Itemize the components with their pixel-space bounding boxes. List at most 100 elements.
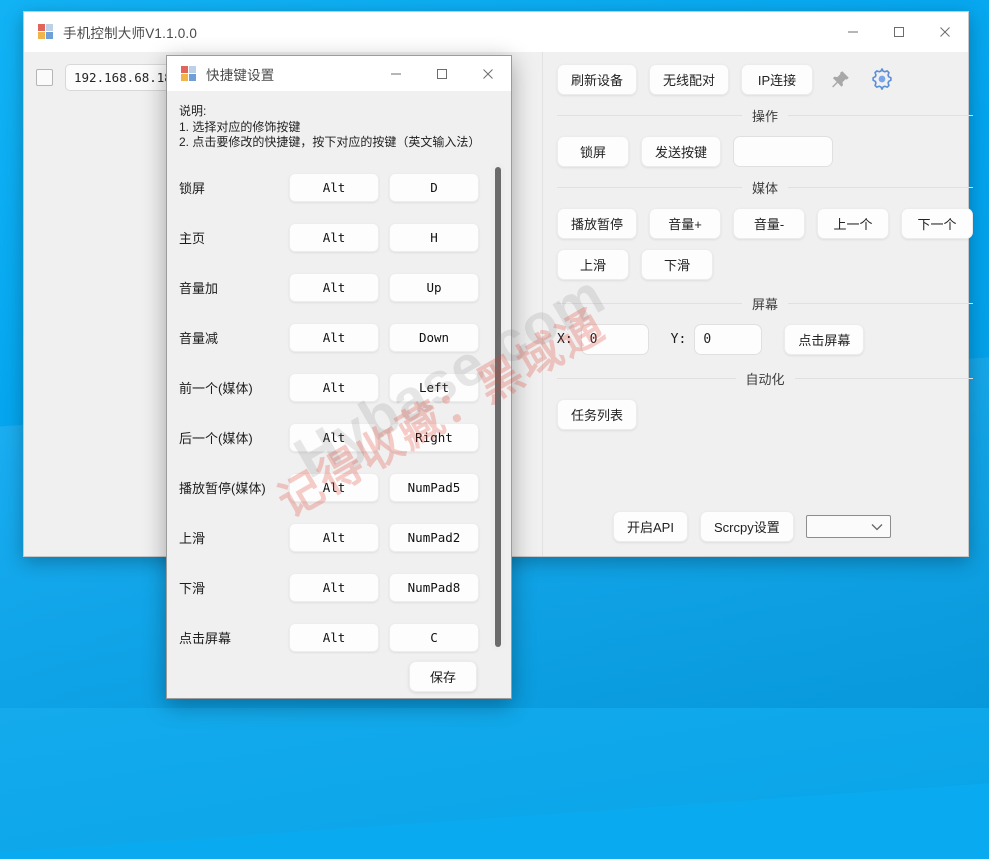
maximize-icon[interactable] [419,56,465,91]
media-next-button[interactable]: 下一个 [901,208,974,239]
refresh-devices-button[interactable]: 刷新设备 [557,64,638,95]
connection-toolbar: 刷新设备 无线配对 IP连接 [557,64,973,95]
shortcut-action-label: 主页 [179,231,206,246]
device-checkbox[interactable] [36,69,53,86]
shortcut-modifier-button[interactable]: Alt [289,473,379,502]
x-coordinate-input[interactable]: 0 [580,324,649,355]
pin-icon[interactable] [825,65,855,95]
shortcut-modifier-button[interactable]: Alt [289,623,379,652]
control-pane: 刷新设备 无线配对 IP连接 操作 锁屏 发送按键 媒体 播放暂停 音量+ 音量… [543,52,987,556]
shortcut-key-button[interactable]: NumPad8 [389,573,479,602]
section-label-screen: 屏幕 [752,297,779,312]
shortcut-action-label: 播放暂停(媒体) [179,481,266,496]
app-tiles-icon [181,65,197,82]
screen-coordinate-row: X: 0 Y: 0 点击屏幕 [557,324,973,355]
automation-buttons: 任务列表 [557,399,973,430]
media-swipe-up-button[interactable]: 上滑 [557,249,629,280]
shortcut-key-button[interactable]: Up [389,273,479,302]
send-key-button[interactable]: 发送按键 [641,136,722,167]
section-label-media: 媒体 [752,181,779,196]
shortcut-action-label: 后一个(媒体) [179,431,253,446]
main-window-title: 手机控制大师V1.1.0.0 [63,26,198,41]
bottom-toolbar: 开启API Scrcpy设置 [613,511,891,542]
vertical-scrollbar[interactable] [491,162,505,650]
shortcut-row: 下滑 Alt NumPad8 [179,563,485,613]
media-play-pause-button[interactable]: 播放暂停 [557,208,638,239]
shortcut-key-button[interactable]: H [389,223,479,252]
section-label-automation: 自动化 [745,372,785,387]
shortcut-row: 播放暂停(媒体) Alt NumPad5 [179,463,485,513]
y-coordinate-input[interactable]: 0 [694,324,763,355]
click-screen-button[interactable]: 点击屏幕 [784,324,865,355]
dialog-help-text: 说明: 1. 选择对应的修饰按键 2. 点击要修改的快捷键，按下对应的按键（英文… [167,91,511,159]
start-api-button[interactable]: 开启API [613,511,688,542]
media-buttons-row2: 上滑 下滑 [557,249,973,280]
task-list-button[interactable]: 任务列表 [557,399,638,430]
section-divider-operation: 操作 [557,106,973,125]
shortcut-key-button[interactable]: D [389,173,479,202]
lock-screen-button[interactable]: 锁屏 [557,136,629,167]
dialog-footer: 保存 [167,654,511,698]
shortcut-key-button[interactable]: Left [389,373,479,402]
help-heading: 说明: [179,104,207,118]
shortcut-row: 上滑 Alt NumPad2 [179,513,485,563]
help-line-2: 2. 点击要修改的快捷键，按下对应的按键（英文输入法） [179,135,481,149]
shortcut-modifier-button[interactable]: Alt [289,523,379,552]
send-key-input[interactable] [733,136,834,167]
shortcut-modifier-button[interactable]: Alt [289,173,379,202]
save-button[interactable]: 保存 [408,660,477,692]
scrcpy-settings-button[interactable]: Scrcpy设置 [699,511,794,542]
media-previous-button[interactable]: 上一个 [817,208,890,239]
gear-icon[interactable] [867,65,897,95]
shortcut-settings-dialog: 快捷键设置 说明: 1. 选择对应的修饰按键 2. 点击要修改的快捷键，按下对应… [166,55,512,699]
shortcut-list-scroll-area: 锁屏 Alt D 主页 Alt H 音量加 Alt Up 音量减 Alt Down 前一个(媒体) Alt… [167,159,511,655]
section-label-operation: 操作 [752,109,779,124]
scrollbar-thumb[interactable] [495,166,501,647]
shortcut-modifier-button[interactable]: Alt [289,373,379,402]
shortcut-key-button[interactable]: NumPad2 [389,523,479,552]
scrcpy-preset-dropdown[interactable] [805,515,891,538]
shortcut-action-label: 音量减 [179,331,219,346]
shortcut-action-label: 下滑 [179,581,206,596]
help-line-1: 1. 选择对应的修饰按键 [179,119,301,134]
minimize-icon[interactable] [373,56,419,91]
shortcut-action-label: 点击屏幕 [179,631,232,646]
maximize-icon[interactable] [876,12,922,52]
y-coordinate-label: Y: [670,332,687,347]
shortcut-modifier-button[interactable]: Alt [289,573,379,602]
operation-buttons: 锁屏 发送按键 [557,136,973,167]
wireless-pair-button[interactable]: 无线配对 [649,64,730,95]
dialog-controls [373,56,511,91]
shortcut-list: 锁屏 Alt D 主页 Alt H 音量加 Alt Up 音量减 Alt Down 前一个(媒体) Alt… [167,163,511,655]
main-window-controls [830,12,968,52]
x-coordinate-label: X: [557,332,573,347]
media-buttons-row1: 播放暂停 音量+ 音量- 上一个 下一个 [557,208,974,239]
shortcut-modifier-button[interactable]: Alt [289,223,379,252]
close-icon[interactable] [922,12,968,52]
shortcut-modifier-button[interactable]: Alt [289,273,379,302]
media-volume-up-button[interactable]: 音量+ [649,208,722,239]
shortcut-modifier-button[interactable]: Alt [289,323,379,352]
shortcut-action-label: 前一个(媒体) [179,381,253,396]
shortcut-modifier-button[interactable]: Alt [289,423,379,452]
shortcut-row: 音量减 Alt Down [179,313,485,363]
shortcut-row: 后一个(媒体) Alt Right [179,413,485,463]
media-volume-down-button[interactable]: 音量- [733,208,806,239]
shortcut-key-button[interactable]: Right [389,423,479,452]
shortcut-row: 前一个(媒体) Alt Left [179,363,485,413]
shortcut-action-label: 锁屏 [179,181,206,196]
main-window-titlebar[interactable]: 手机控制大师V1.1.0.0 [24,12,968,52]
close-icon[interactable] [465,56,511,91]
minimize-icon[interactable] [830,12,876,52]
shortcut-action-label: 上滑 [179,531,206,546]
media-swipe-down-button[interactable]: 下滑 [641,249,713,280]
dialog-titlebar[interactable]: 快捷键设置 [167,56,511,91]
ip-connect-button[interactable]: IP连接 [741,64,814,95]
shortcut-action-label: 音量加 [179,281,219,296]
shortcut-key-button[interactable]: C [389,623,479,652]
chevron-down-icon [871,523,883,530]
section-divider-screen: 屏幕 [557,294,973,313]
app-tiles-icon [38,24,54,40]
shortcut-key-button[interactable]: Down [389,323,479,352]
shortcut-key-button[interactable]: NumPad5 [389,473,479,502]
